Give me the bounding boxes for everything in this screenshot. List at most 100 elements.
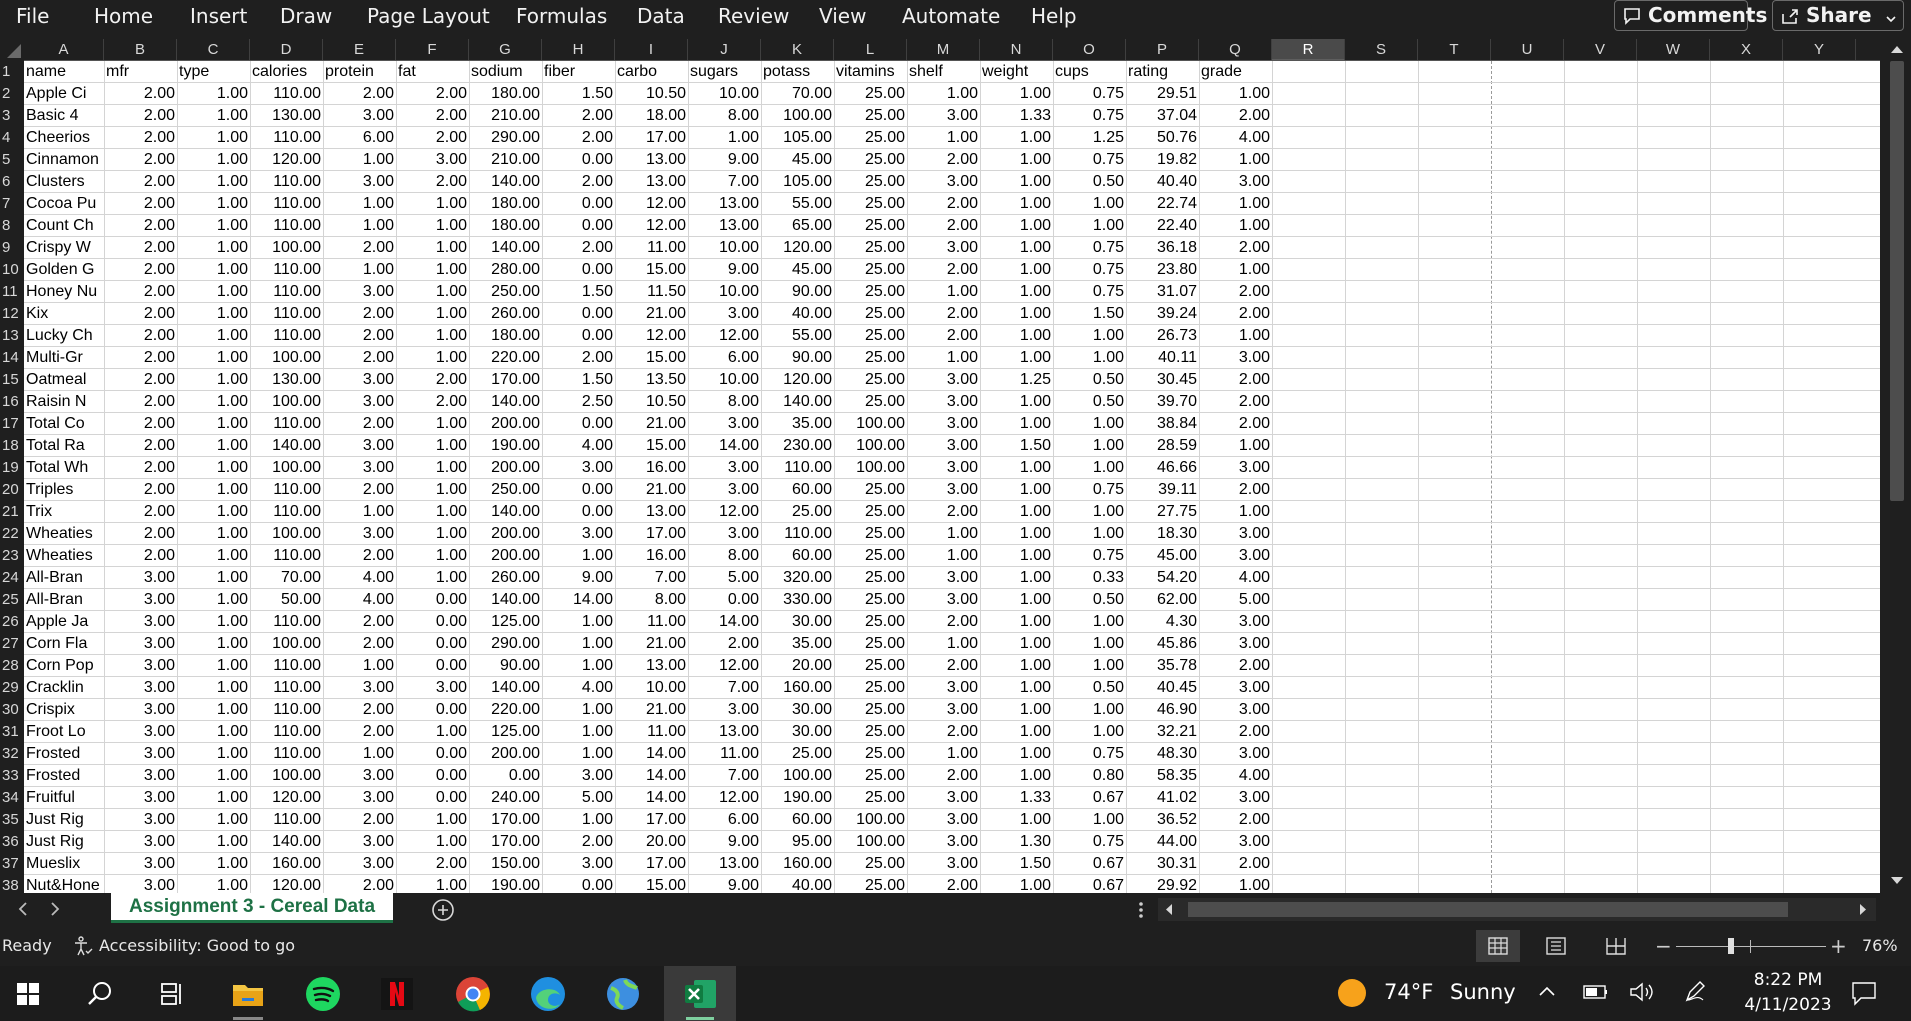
cell[interactable]: 0.00 [396, 743, 469, 764]
cell[interactable]: 32.21 [1126, 721, 1199, 742]
cell[interactable]: Cocoa Pu [24, 193, 104, 214]
cell[interactable]: 110.00 [250, 303, 323, 324]
row-header[interactable]: 19 [0, 457, 24, 479]
cell[interactable]: 2.00 [104, 545, 177, 566]
column-title-cell[interactable]: protein [323, 61, 396, 82]
cell[interactable]: 4.00 [323, 567, 396, 588]
cell[interactable]: 60.00 [761, 809, 834, 830]
cell[interactable]: 105.00 [761, 171, 834, 192]
cell[interactable]: 1.00 [542, 809, 615, 830]
cell[interactable]: 290.00 [469, 633, 542, 654]
cell[interactable]: 2.00 [323, 347, 396, 368]
column-header-w[interactable]: W [1637, 39, 1710, 60]
cell[interactable]: 3.00 [104, 809, 177, 830]
tab-file[interactable]: File [16, 0, 49, 35]
cell[interactable]: 0.00 [396, 787, 469, 808]
cell[interactable]: 1.00 [177, 83, 250, 104]
cell[interactable]: 0.00 [542, 479, 615, 500]
row-header[interactable]: 22 [0, 523, 24, 545]
column-header-t[interactable]: T [1418, 39, 1491, 60]
cell[interactable]: 1.00 [1053, 809, 1126, 830]
cell[interactable]: 39.24 [1126, 303, 1199, 324]
cell[interactable]: 120.00 [761, 237, 834, 258]
cell[interactable]: 1.00 [980, 83, 1053, 104]
cell[interactable]: 12.00 [615, 215, 688, 236]
cell[interactable]: 13.00 [688, 853, 761, 874]
column-title-cell[interactable]: cups [1053, 61, 1126, 82]
cell[interactable]: 1.00 [542, 721, 615, 742]
cell[interactable]: 3.00 [1199, 171, 1272, 192]
cell[interactable]: 70.00 [761, 83, 834, 104]
cell[interactable]: 1.00 [980, 325, 1053, 346]
cell[interactable]: 12.00 [688, 655, 761, 676]
cell[interactable]: 11.00 [615, 611, 688, 632]
cell[interactable]: Apple Ci [24, 83, 104, 104]
page-break-view-icon[interactable] [1606, 937, 1626, 955]
cell[interactable]: 10.00 [688, 281, 761, 302]
cell[interactable]: 1.00 [177, 831, 250, 852]
cell[interactable]: 1.00 [396, 413, 469, 434]
cell[interactable]: 20.00 [615, 831, 688, 852]
cell[interactable]: 2.00 [1199, 721, 1272, 742]
cell[interactable]: 36.18 [1126, 237, 1199, 258]
excel-taskbar-button[interactable] [664, 966, 736, 1021]
cell[interactable]: 100.00 [834, 435, 907, 456]
cell[interactable]: 0.50 [1053, 391, 1126, 412]
cell[interactable]: 3.00 [688, 457, 761, 478]
cell[interactable]: 50.76 [1126, 127, 1199, 148]
cell[interactable]: 25.00 [834, 655, 907, 676]
row-header[interactable]: 2 [0, 83, 24, 105]
zoom-in-button[interactable]: + [1830, 934, 1847, 958]
cell[interactable]: 0.67 [1053, 853, 1126, 874]
cell[interactable]: 1.00 [980, 655, 1053, 676]
cell[interactable]: Oatmeal [24, 369, 104, 390]
cell[interactable]: 1.00 [980, 215, 1053, 236]
cell[interactable]: 1.00 [1199, 501, 1272, 522]
cell[interactable]: 2.00 [1199, 369, 1272, 390]
cell[interactable]: 1.00 [1199, 193, 1272, 214]
cell[interactable]: 1.00 [177, 721, 250, 742]
cell[interactable]: 25.00 [834, 479, 907, 500]
cell[interactable]: 3.00 [907, 567, 980, 588]
cell[interactable]: 110.00 [250, 809, 323, 830]
cell[interactable]: 65.00 [761, 215, 834, 236]
cell[interactable]: 15.00 [615, 435, 688, 456]
column-header-f[interactable]: F [396, 39, 469, 60]
cell[interactable]: 6.00 [688, 809, 761, 830]
zoom-slider-knob[interactable] [1728, 938, 1734, 954]
cell[interactable]: 3.00 [688, 699, 761, 720]
cell[interactable]: 16.00 [615, 545, 688, 566]
cell[interactable]: 0.50 [1053, 369, 1126, 390]
cell[interactable]: 3.00 [1199, 699, 1272, 720]
cell[interactable]: 2.00 [323, 721, 396, 742]
clock-date[interactable]: 4/11/2023 [1736, 995, 1840, 1015]
chevron-up-icon[interactable] [1538, 985, 1556, 997]
cell[interactable]: 13.00 [688, 193, 761, 214]
cell[interactable]: 4.00 [323, 589, 396, 610]
cell[interactable]: 13.00 [615, 171, 688, 192]
cell[interactable]: 240.00 [469, 787, 542, 808]
cell[interactable]: 26.73 [1126, 325, 1199, 346]
cell[interactable]: 200.00 [469, 523, 542, 544]
cell[interactable]: 27.75 [1126, 501, 1199, 522]
cell[interactable]: 1.00 [1199, 875, 1272, 893]
cell[interactable]: 1.00 [177, 369, 250, 390]
cell[interactable]: 1.00 [980, 633, 1053, 654]
cell[interactable]: 1.00 [1199, 83, 1272, 104]
cell[interactable]: 1.00 [177, 589, 250, 610]
cell[interactable]: 0.00 [542, 149, 615, 170]
row-header[interactable]: 34 [0, 787, 24, 809]
cell[interactable]: 170.00 [469, 831, 542, 852]
cell[interactable]: Honey Nu [24, 281, 104, 302]
cell[interactable]: 9.00 [688, 831, 761, 852]
cell[interactable]: 3.00 [104, 633, 177, 654]
cell[interactable]: 12.00 [688, 787, 761, 808]
cell[interactable]: 0.75 [1053, 83, 1126, 104]
cell[interactable]: 1.00 [396, 193, 469, 214]
cell[interactable]: 2.00 [907, 149, 980, 170]
cell[interactable]: 1.00 [1199, 435, 1272, 456]
cell[interactable]: 13.50 [615, 369, 688, 390]
cell[interactable]: 12.00 [615, 193, 688, 214]
cell[interactable]: 1.00 [907, 545, 980, 566]
cell[interactable]: 100.00 [834, 413, 907, 434]
